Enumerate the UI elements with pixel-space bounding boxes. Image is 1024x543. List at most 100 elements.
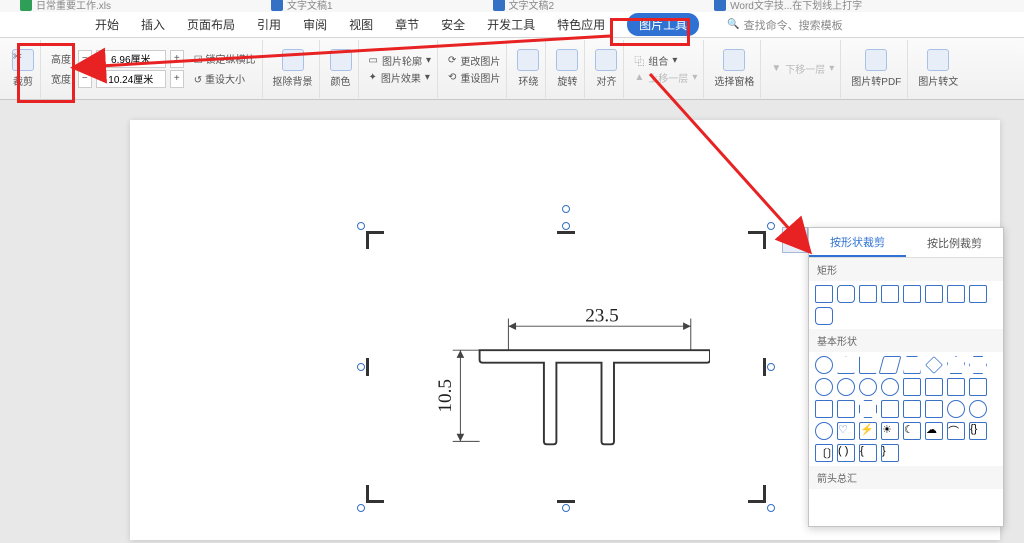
shape[interactable] <box>859 378 877 396</box>
command-search[interactable]: 查找命令、搜索模板 <box>727 17 842 33</box>
lock-ratio-checkbox[interactable]: ☑ 锁定纵横比 <box>194 51 256 66</box>
shape-snip-rect[interactable] <box>859 285 877 303</box>
resize-handle[interactable] <box>357 363 365 371</box>
rotate-button[interactable]: 旋转 <box>550 40 585 98</box>
reset-picture-button[interactable]: ⟲ 重设图片 <box>448 70 500 85</box>
shape[interactable] <box>859 400 877 418</box>
picture-effects-button[interactable]: ✦ 图片效果 ▾ <box>369 70 430 85</box>
width-inc[interactable]: + <box>170 70 184 88</box>
selection-pane-button[interactable]: 选择窗格 <box>708 40 761 98</box>
shape-bracket[interactable]: } <box>881 444 899 462</box>
resize-handle[interactable] <box>562 504 570 512</box>
shape-diamond[interactable] <box>925 356 943 374</box>
shape-moon[interactable]: ☾ <box>903 422 921 440</box>
width-dec[interactable]: − <box>78 70 92 88</box>
change-picture-button[interactable]: ⟳ 更改图片 <box>448 53 500 68</box>
remove-bg-icon <box>282 49 304 71</box>
tab-chapter[interactable]: 章节 <box>395 16 419 33</box>
shape[interactable] <box>947 378 965 396</box>
shape-trapezoid[interactable] <box>903 356 921 374</box>
height-input[interactable] <box>96 50 166 68</box>
doc-tab-2[interactable]: 文字文稿1 <box>271 0 333 12</box>
shape-parallelogram[interactable] <box>879 356 902 374</box>
align-button[interactable]: 对齐 <box>589 40 624 98</box>
shape[interactable] <box>881 378 899 396</box>
combine-button[interactable]: ⿻ 组合 ▾ <box>634 53 677 68</box>
shape-bracket[interactable]: { <box>859 444 877 462</box>
crop-gutter-button[interactable]: ✂ <box>782 227 808 253</box>
shape-sun[interactable]: ☀ <box>881 422 899 440</box>
tab-special[interactable]: 特色应用 <box>557 16 605 33</box>
tab-view[interactable]: 视图 <box>349 16 373 33</box>
shape[interactable] <box>815 422 833 440</box>
shape-lightning[interactable]: ⚡ <box>859 422 877 440</box>
height-inc[interactable]: + <box>170 50 184 68</box>
shape-rt-triangle[interactable] <box>859 356 877 374</box>
to-text-button[interactable]: 图片转文 <box>912 40 964 98</box>
tab-devtools[interactable]: 开发工具 <box>487 16 535 33</box>
picture-outline-button[interactable]: ▭ 图片轮廓 ▾ <box>369 53 431 68</box>
shape-rect[interactable] <box>947 285 965 303</box>
selected-image[interactable]: 23.5 10.5 <box>362 227 770 507</box>
shape-oval[interactable] <box>815 356 833 374</box>
doc-tab-1[interactable]: 日常重要工作.xls <box>20 0 111 12</box>
shape-rect[interactable] <box>903 285 921 303</box>
tab-start[interactable]: 开始 <box>95 16 119 33</box>
tab-reference[interactable]: 引用 <box>257 16 281 33</box>
doc-tab-4[interactable]: Word文字技...在下划线上打字 <box>714 0 862 12</box>
shape-arc[interactable]: ⌒ <box>947 422 965 440</box>
rect-shapes <box>809 281 1003 329</box>
shape[interactable] <box>925 400 943 418</box>
tab-security[interactable]: 安全 <box>441 16 465 33</box>
shape-rect[interactable] <box>925 285 943 303</box>
shape[interactable] <box>903 400 921 418</box>
resize-handle[interactable] <box>562 222 570 230</box>
shape-bracket[interactable]: {} <box>969 422 987 440</box>
resize-handle[interactable] <box>767 222 775 230</box>
shape-rect[interactable] <box>969 285 987 303</box>
tab-insert[interactable]: 插入 <box>141 16 165 33</box>
shape[interactable] <box>815 400 833 418</box>
tab-page-layout[interactable]: 页面布局 <box>187 16 235 33</box>
tab-image-tools[interactable]: 图片工具 <box>627 13 699 36</box>
tab-review[interactable]: 审阅 <box>303 16 327 33</box>
shape-round-rect[interactable] <box>837 285 855 303</box>
shape-triangle[interactable] <box>837 356 855 374</box>
down-layer-button[interactable]: ▼ 下移一层 ▾ <box>765 40 841 98</box>
resize-handle[interactable] <box>357 504 365 512</box>
width-input[interactable] <box>96 70 166 88</box>
shape[interactable] <box>969 378 987 396</box>
crop-by-shape-tab[interactable]: 按形状裁剪 <box>809 228 906 257</box>
shape[interactable] <box>837 400 855 418</box>
shape-hexagon[interactable] <box>969 356 987 374</box>
shape[interactable] <box>925 378 943 396</box>
wrap-button[interactable]: 环绕 <box>511 40 546 98</box>
shape[interactable] <box>969 400 987 418</box>
remove-bg-button[interactable]: 抠除背景 <box>267 40 320 98</box>
crop-button[interactable]: ✂ 裁剪 <box>6 40 41 98</box>
shape-rect[interactable] <box>881 285 899 303</box>
reset-size-button[interactable]: ↺ 重设大小 <box>194 71 245 86</box>
shape[interactable] <box>837 378 855 396</box>
shape-rect[interactable] <box>815 285 833 303</box>
shape[interactable] <box>903 378 921 396</box>
doc-tab-3[interactable]: 文字文稿2 <box>493 0 555 12</box>
shape[interactable] <box>881 400 899 418</box>
color-button[interactable]: 颜色 <box>324 40 359 98</box>
shape[interactable] <box>947 400 965 418</box>
resize-handle[interactable] <box>767 504 775 512</box>
shape-cloud[interactable]: ☁ <box>925 422 943 440</box>
shape[interactable] <box>815 378 833 396</box>
shape-pentagon[interactable] <box>947 356 965 374</box>
resize-handle[interactable] <box>357 222 365 230</box>
shape-bracket[interactable]: 〔〕 <box>815 444 833 462</box>
shape-rect[interactable] <box>815 307 833 325</box>
to-pdf-button[interactable]: 图片转PDF <box>845 40 908 98</box>
crop-by-ratio-tab[interactable]: 按比例裁剪 <box>906 228 1003 257</box>
height-dec[interactable]: − <box>78 50 92 68</box>
resize-handle[interactable] <box>767 363 775 371</box>
shape-heart[interactable]: ♡ <box>837 422 855 440</box>
up-layer-button[interactable]: ▲ 上移一层 ▾ <box>634 70 697 85</box>
shape-bracket[interactable]: ( ) <box>837 444 855 462</box>
rotate-handle[interactable] <box>562 205 570 213</box>
